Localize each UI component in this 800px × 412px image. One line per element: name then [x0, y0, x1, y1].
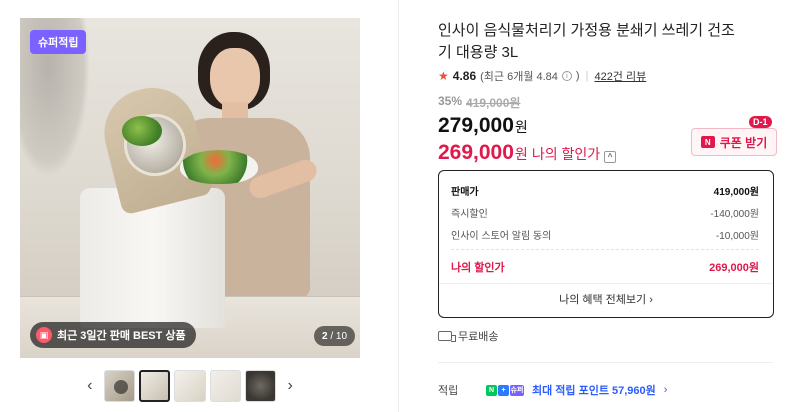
- product-info: 인사이 음식물처리기 가정용 분쇄기 쓰레기 건조기 대용량 3L ★ 4.86…: [438, 0, 783, 412]
- price-breakdown-panel: 판매가 419,000원 즉시할인 -140,000원 인사이 스토어 알림 동…: [438, 170, 774, 318]
- image-food-processor: [80, 188, 225, 328]
- shipping-label: 무료배송: [458, 331, 499, 343]
- my-price-label: 나의 할인가: [531, 146, 601, 162]
- thumbnail-5[interactable]: [245, 370, 277, 402]
- discount-row: 35% 419,000원: [438, 94, 520, 111]
- naver-n-icon: N: [486, 384, 497, 396]
- thumbnail-3[interactable]: [174, 370, 206, 402]
- sale-price: 279,000 원: [438, 114, 528, 138]
- dashed-divider: [451, 249, 759, 250]
- divider: [438, 362, 773, 363]
- chevron-right-icon[interactable]: ›: [664, 384, 668, 396]
- collapse-chevron-icon[interactable]: ^: [604, 150, 617, 163]
- points-label: 적립: [438, 385, 459, 397]
- image-salad-bowl: [180, 150, 258, 184]
- breakdown-row-total: 나의 할인가 269,000원: [451, 259, 759, 275]
- shipping-row: 무료배송: [438, 328, 498, 344]
- product-title: 인사이 음식물처리기 가정용 분쇄기 쓰레기 건조기 대용량 3L: [438, 22, 735, 61]
- breakdown-row-instant: 즉시할인 -140,000원: [451, 205, 759, 220]
- super-points-badge: 슈퍼적립: [30, 30, 87, 54]
- breakdown-label: 판매가: [451, 187, 479, 198]
- image-counter-total: / 10: [330, 330, 348, 342]
- dday-badge: D-1: [749, 116, 772, 128]
- breakdown-label: 즉시할인: [451, 209, 488, 220]
- thumbnail-prev-icon[interactable]: ‹: [80, 368, 100, 404]
- review-count-link[interactable]: 422건 리뷰: [594, 68, 646, 84]
- rating-score: 4.86: [452, 69, 477, 83]
- image-salad: [122, 116, 162, 146]
- best-seller-pill: ▣ 최근 3일간 판매 BEST 상품: [30, 322, 196, 348]
- sale-price-value: 279,000: [438, 114, 514, 137]
- gift-icon: ▣: [36, 327, 52, 343]
- thumbnail-4[interactable]: [209, 370, 242, 402]
- breakdown-value: 419,000원: [713, 187, 759, 198]
- breakdown-total-label: 나의 할인가: [451, 262, 505, 274]
- image-counter-current: 2: [322, 330, 328, 342]
- thumbnail-next-icon[interactable]: ›: [280, 368, 300, 404]
- coupon-label: 쿠폰 받기: [719, 135, 768, 150]
- rating-close: ): [575, 70, 580, 82]
- breakdown-row-sale: 판매가 419,000원: [451, 183, 759, 198]
- main-product-image[interactable]: [20, 18, 360, 358]
- play-icon: [113, 380, 128, 394]
- my-price-value: 269,000: [438, 141, 514, 164]
- max-points-link[interactable]: 최대 적립 포인트 57,960원: [532, 382, 656, 398]
- divider: |: [585, 70, 589, 82]
- my-price-unit: 원: [514, 146, 528, 162]
- naver-coupon-icon: N: [700, 136, 715, 148]
- breakdown-total-value: 269,000원: [709, 262, 759, 274]
- best-seller-text: 최근 3일간 판매 BEST 상품: [57, 330, 186, 342]
- breakdown-value: -140,000원: [710, 209, 759, 220]
- product-gallery: 슈퍼적립 ▣ 최근 3일간 판매 BEST 상품 2 / 10 ‹ ›: [0, 0, 399, 412]
- discount-percent: 35%: [438, 94, 463, 108]
- my-discount-price[interactable]: 269,000 원 나의 할인가 ^: [438, 141, 617, 165]
- divider: [439, 283, 773, 284]
- rating-row: ★ 4.86 (최근 6개월 4.84 i) | 422건 리뷰: [438, 68, 646, 84]
- breakdown-row-alert: 인사이 스토어 알림 동의 -10,000원: [451, 227, 759, 242]
- super-icon: 슈퍼: [510, 384, 524, 396]
- thumbnail-1[interactable]: [103, 370, 135, 402]
- truck-icon: [438, 331, 456, 342]
- breakdown-value: -10,000원: [715, 231, 759, 242]
- points-row: 적립 N + 슈퍼 최대 적립 포인트 57,960원 ›: [438, 382, 667, 398]
- star-icon: ★: [438, 69, 449, 83]
- image-person-face: [210, 48, 260, 108]
- plus-icon: +: [498, 384, 509, 396]
- image-counter-badge: 2 / 10: [314, 326, 356, 346]
- thumbnail-strip: ‹ ›: [80, 368, 300, 404]
- info-icon[interactable]: i: [561, 71, 572, 81]
- breakdown-label: 인사이 스토어 알림 동의: [451, 231, 552, 242]
- thumbnail-2[interactable]: [138, 370, 171, 402]
- naver-points-badge: N + 슈퍼: [486, 384, 524, 396]
- rating-recent: (최근 6개월 4.84: [480, 71, 558, 83]
- view-all-benefits-link[interactable]: 나의 혜택 전체보기 ›: [439, 291, 773, 307]
- coupon-button[interactable]: N 쿠폰 받기: [691, 128, 777, 156]
- sale-price-unit: 원: [514, 119, 528, 135]
- original-price: 419,000원: [466, 96, 521, 110]
